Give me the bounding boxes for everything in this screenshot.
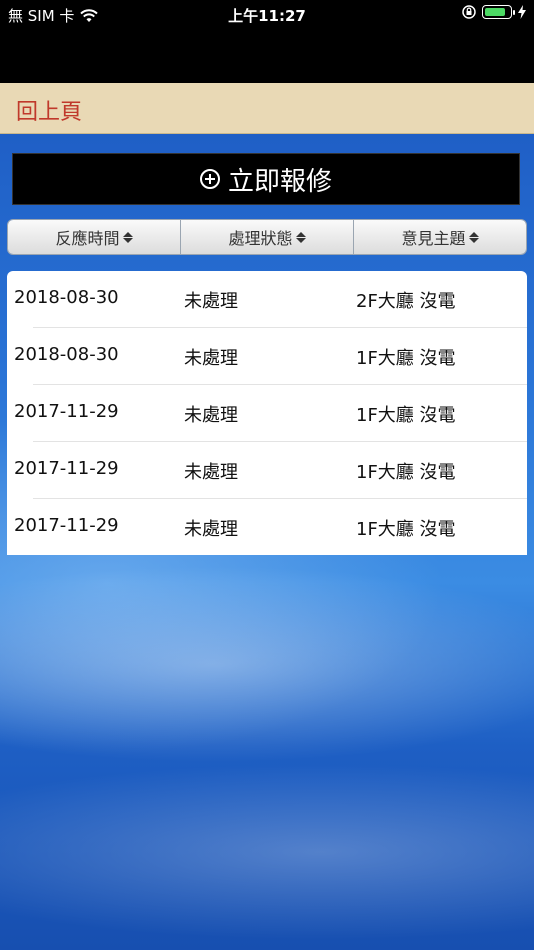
charging-icon: [518, 5, 526, 19]
sort-by-time-button[interactable]: 反應時間: [8, 220, 181, 254]
row-topic: 1F大廳 沒電: [356, 405, 456, 426]
report-button-label: 立即報修: [227, 166, 332, 197]
back-button[interactable]: 回上頁: [16, 94, 82, 126]
list-item[interactable]: 2017-11-29 未處理 1F大廳 沒電: [7, 442, 527, 499]
row-date: 2017-11-29: [14, 401, 119, 422]
row-topic: 1F大廳 沒電: [356, 348, 456, 369]
orientation-lock-icon: [462, 5, 476, 19]
row-status: 未處理: [184, 291, 238, 312]
sort-by-topic-button[interactable]: 意見主題: [354, 220, 526, 254]
sort-by-status-button[interactable]: 處理狀態: [181, 220, 354, 254]
row-status: 未處理: [184, 348, 238, 369]
row-topic: 1F大廳 沒電: [356, 462, 456, 483]
row-topic: 1F大廳 沒電: [356, 519, 456, 540]
battery-fill: [485, 8, 505, 16]
status-right: [462, 5, 526, 19]
plus-circle-icon: [199, 169, 220, 189]
report-repair-button[interactable]: 立即報修: [12, 153, 520, 205]
row-date: 2018-08-30: [14, 344, 119, 365]
row-date: 2018-08-30: [14, 287, 119, 308]
row-date: 2017-11-29: [14, 515, 119, 536]
status-bar: 無 SIM 卡 上午11:27: [0, 0, 534, 28]
sort-label: 意見主題: [401, 229, 466, 248]
sort-arrows-icon: [295, 231, 306, 243]
list-item[interactable]: 2017-11-29 未處理 1F大廳 沒電: [7, 385, 527, 442]
list-item[interactable]: 2017-11-29 未處理 1F大廳 沒電: [7, 499, 527, 555]
row-date: 2017-11-29: [14, 458, 119, 479]
back-bar: 回上頁: [0, 83, 534, 134]
row-status: 未處理: [184, 405, 238, 426]
row-topic: 2F大廳 沒電: [356, 291, 456, 312]
sort-label: 反應時間: [55, 229, 120, 248]
report-list: 2018-08-30 未處理 2F大廳 沒電 2018-08-30 未處理 1F…: [7, 271, 527, 555]
sort-arrows-icon: [122, 231, 133, 243]
list-item[interactable]: 2018-08-30 未處理 2F大廳 沒電: [7, 271, 527, 328]
row-status: 未處理: [184, 519, 238, 540]
nav-dark-band: [0, 28, 534, 83]
sort-arrows-icon: [468, 231, 479, 243]
row-status: 未處理: [184, 462, 238, 483]
status-time: 上午11:27: [228, 7, 306, 25]
battery-icon: [482, 5, 515, 19]
sort-header: 反應時間 處理狀態 意見主題: [7, 219, 527, 255]
sort-label: 處理狀態: [228, 229, 293, 248]
list-item[interactable]: 2018-08-30 未處理 1F大廳 沒電: [7, 328, 527, 385]
